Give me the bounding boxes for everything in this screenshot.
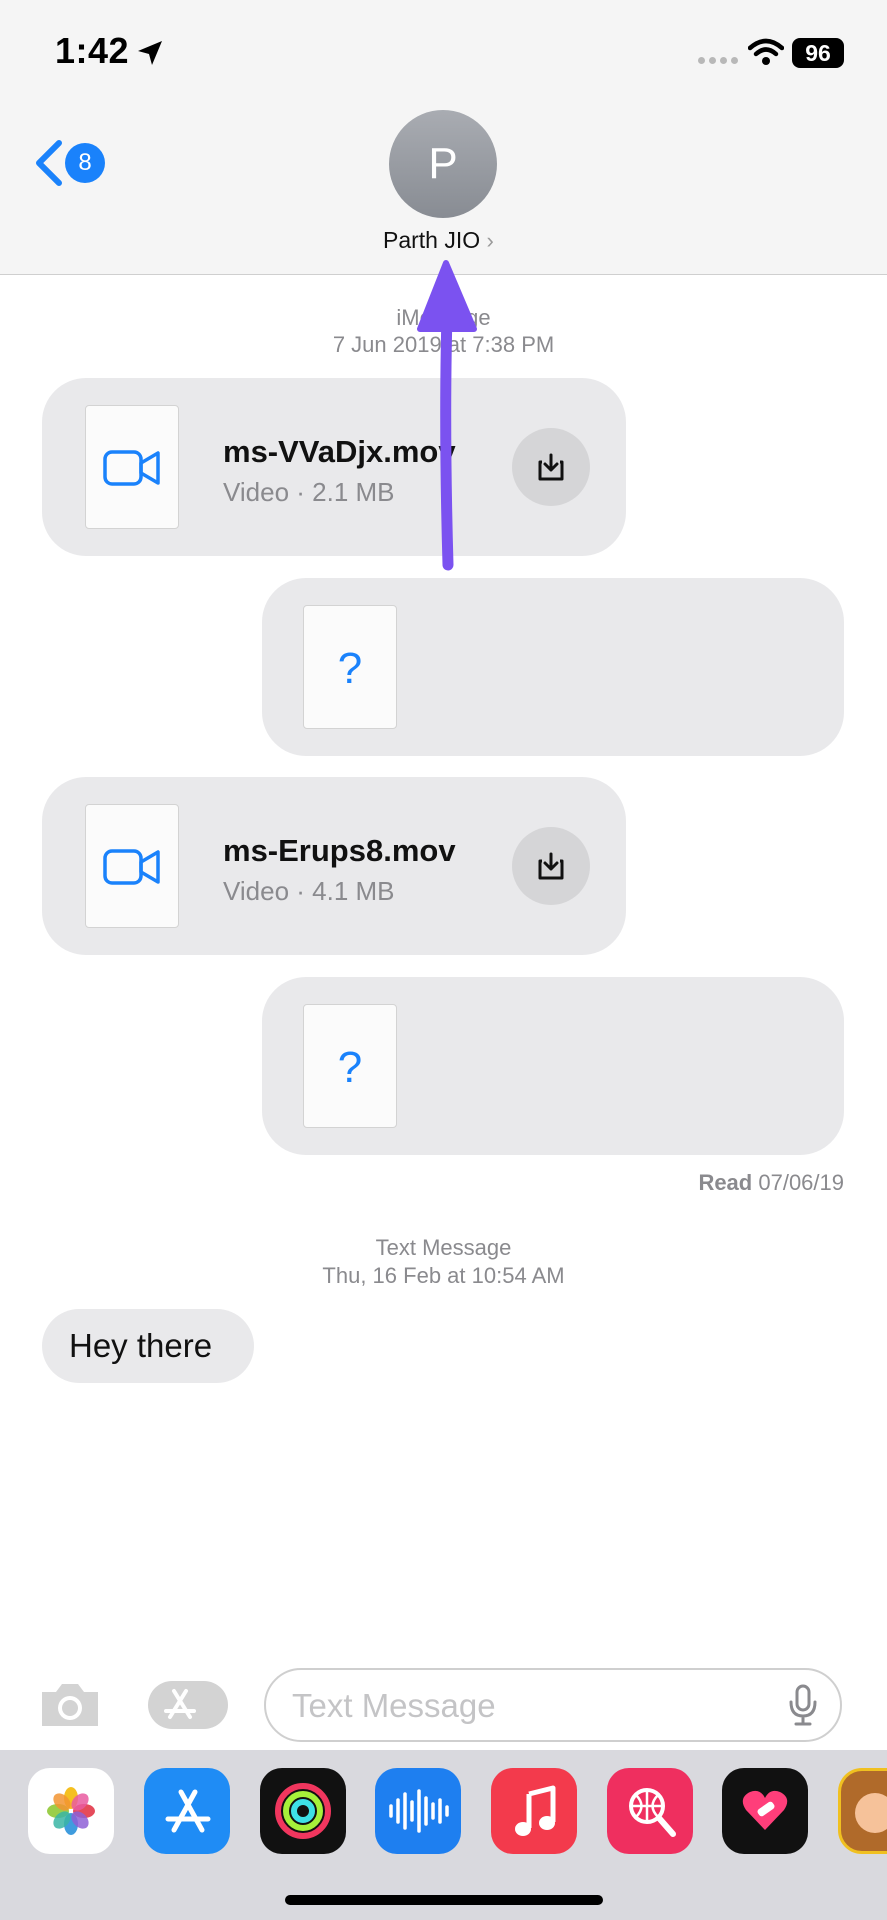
camera-icon[interactable] — [38, 1678, 102, 1730]
back-unread-badge[interactable]: 8 — [65, 143, 105, 183]
memoji-app-icon[interactable] — [838, 1768, 887, 1854]
outgoing-file-bubble[interactable]: ? — [262, 578, 844, 756]
thread-timestamp: Thu, 16 Feb at 10:54 AM — [322, 1263, 565, 1288]
unknown-file-thumbnail: ? — [303, 605, 397, 729]
question-mark-icon: ? — [337, 644, 363, 693]
thread-service-label: Text Message — [375, 1235, 512, 1260]
home-indicator[interactable] — [285, 1895, 603, 1905]
contact-name[interactable]: Parth JIO › — [383, 227, 494, 254]
battery-indicator: 96 — [792, 38, 844, 68]
back-chevron-icon[interactable] — [33, 140, 65, 186]
app-store-icon — [164, 1689, 196, 1719]
video-camera-icon — [103, 450, 160, 486]
video-file-thumbnail — [85, 405, 179, 529]
outgoing-file-bubble[interactable]: ? — [262, 977, 844, 1155]
message-text: Hey there — [69, 1327, 213, 1364]
message-input[interactable]: Text Message — [264, 1668, 842, 1742]
incoming-text-bubble[interactable]: Hey there — [42, 1309, 254, 1383]
message-input-placeholder: Text Message — [292, 1687, 496, 1724]
wifi-icon — [748, 38, 784, 65]
annotation-arrow-icon — [417, 260, 477, 571]
download-button[interactable] — [512, 428, 590, 506]
video-file-thumbnail — [85, 804, 179, 928]
incoming-file-bubble[interactable]: ms-Erups8.mov Video · 4.1 MB — [42, 777, 626, 955]
file-meta: Video · 4.1 MB — [223, 876, 395, 906]
video-camera-icon — [103, 849, 160, 885]
cellular-signal-icon — [698, 57, 740, 65]
voice-memos-app-icon[interactable] — [375, 1768, 461, 1854]
read-receipt-date: 07/06/19 — [758, 1170, 844, 1195]
contact-name-label: Parth JIO — [383, 227, 481, 253]
incoming-file-bubble[interactable]: ms-VVaDjx.mov Video · 2.1 MB — [42, 378, 626, 556]
download-icon — [538, 852, 564, 880]
app-store-app-icon[interactable] — [144, 1768, 230, 1854]
microphone-icon[interactable] — [788, 1684, 818, 1726]
heart-app-icon[interactable] — [722, 1768, 808, 1854]
search-app-icon[interactable] — [607, 1768, 693, 1854]
contact-avatar[interactable]: P — [389, 110, 497, 218]
download-icon — [538, 453, 564, 481]
status-time: 1:42 — [55, 30, 130, 71]
question-mark-icon: ? — [337, 1043, 363, 1092]
photos-app-icon[interactable] — [28, 1768, 114, 1854]
location-arrow-icon — [138, 41, 162, 65]
read-receipt-label: Read — [698, 1170, 753, 1195]
read-receipt: Read 07/06/19 — [560, 1170, 844, 1196]
file-meta: Video · 2.1 MB — [223, 477, 395, 507]
download-button[interactable] — [512, 827, 590, 905]
unknown-file-thumbnail: ? — [303, 1004, 397, 1128]
activity-app-icon[interactable] — [260, 1768, 346, 1854]
contact-chevron-icon: › — [486, 228, 494, 253]
music-app-icon[interactable] — [491, 1768, 577, 1854]
file-name: ms-Erups8.mov — [223, 833, 456, 868]
app-store-drawer-button[interactable] — [148, 1681, 228, 1729]
